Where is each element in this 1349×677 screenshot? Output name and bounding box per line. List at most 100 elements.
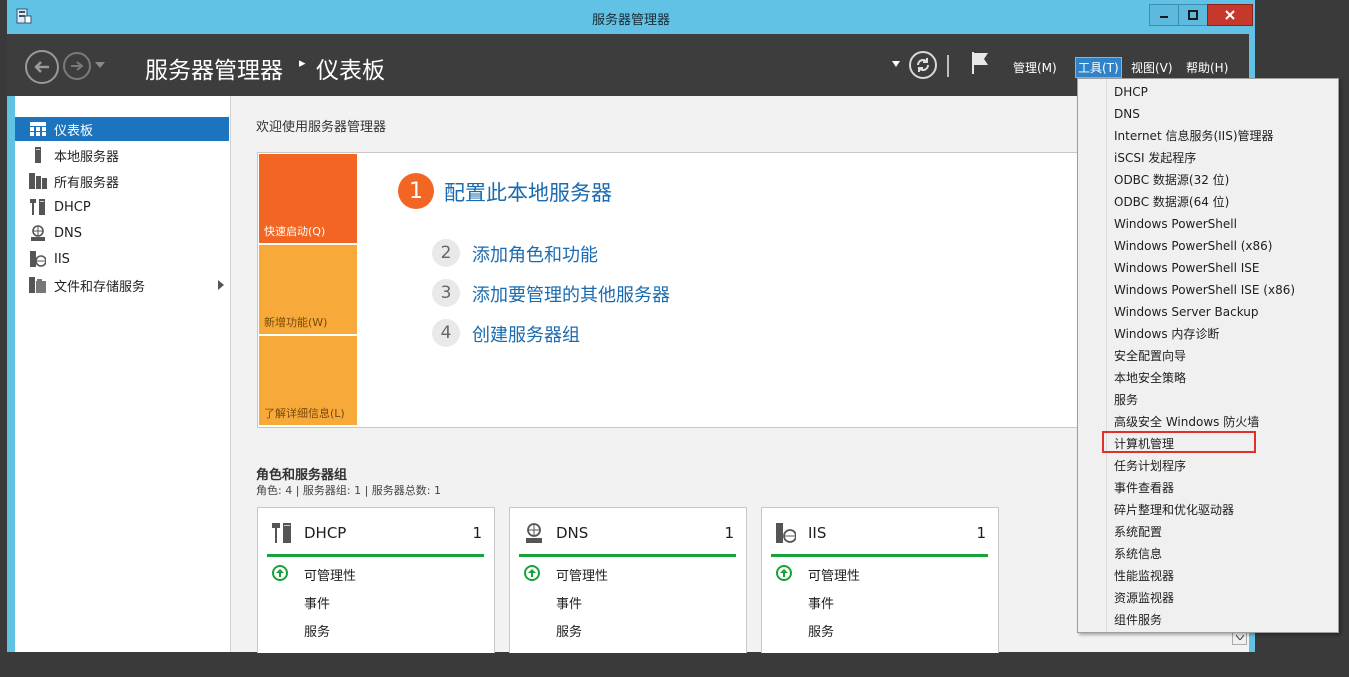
- header-divider: [947, 55, 949, 77]
- tools-item-system-configuration[interactable]: 系统配置: [1114, 521, 1162, 543]
- menu-help[interactable]: 帮助(H): [1184, 58, 1230, 77]
- tools-item-computer-management[interactable]: 计算机管理: [1114, 433, 1174, 455]
- tools-item-security-config-wizard[interactable]: 安全配置向导: [1114, 345, 1186, 367]
- tools-item-resource-monitor[interactable]: 资源监视器: [1114, 587, 1174, 609]
- header-dropdown-icon[interactable]: [892, 61, 900, 67]
- role-line-events[interactable]: 事件: [808, 593, 834, 612]
- sidebar-item-local-server[interactable]: 本地服务器: [15, 143, 229, 167]
- iis-icon: [776, 523, 796, 543]
- roles-section-title: 角色和服务器组: [256, 468, 348, 483]
- tools-item-task-scheduler[interactable]: 任务计划程序: [1114, 455, 1186, 477]
- title-bar[interactable]: 服务器管理器: [7, 0, 1255, 34]
- ok-arrow-icon: [776, 565, 792, 581]
- tools-item-component-services[interactable]: 组件服务: [1114, 609, 1162, 631]
- tools-dropdown-menu: DHCP DNS Internet 信息服务(IIS)管理器 iSCSI 发起程…: [1077, 78, 1339, 633]
- tools-item-odbc-32[interactable]: ODBC 数据源(32 位): [1114, 169, 1229, 191]
- menu-tools[interactable]: 工具(T): [1075, 57, 1122, 78]
- role-count: 1: [724, 524, 734, 542]
- sidebar-item-label: 所有服务器: [54, 175, 120, 191]
- chevron-right-icon: [218, 280, 224, 290]
- sidebar-item-label: 文件和存储服务: [54, 279, 146, 295]
- tile-quick-start[interactable]: 快速启动(Q): [259, 154, 357, 243]
- tools-item-dns[interactable]: DNS: [1114, 103, 1140, 125]
- menu-view[interactable]: 视图(V): [1129, 58, 1175, 77]
- close-button[interactable]: [1207, 4, 1253, 26]
- dhcp-icon: [29, 198, 47, 216]
- role-line-manageability[interactable]: 可管理性: [556, 565, 608, 584]
- sidebar-item-iis[interactable]: IIS: [15, 247, 229, 271]
- roles-summary: 角色: 4 | 服务器组: 1 | 服务器总数: 1: [256, 484, 442, 497]
- tile-whats-new[interactable]: 新增功能(W): [259, 245, 357, 334]
- tools-item-odbc-64[interactable]: ODBC 数据源(64 位): [1114, 191, 1229, 213]
- breadcrumb-separator: ▸: [299, 56, 306, 71]
- tools-item-powershell-x86[interactable]: Windows PowerShell (x86): [1114, 235, 1272, 257]
- step-configure-local-server-link[interactable]: 配置此本地服务器: [444, 177, 612, 207]
- welcome-heading: 欢迎使用服务器管理器: [256, 120, 387, 135]
- role-status-bar: [267, 554, 484, 557]
- tools-item-memory-diagnostic[interactable]: Windows 内存诊断: [1114, 323, 1219, 345]
- sidebar-item-file-storage[interactable]: 文件和存储服务: [15, 273, 229, 297]
- tools-item-performance-monitor[interactable]: 性能监视器: [1114, 565, 1174, 587]
- back-button[interactable]: [25, 50, 59, 84]
- sidebar-item-dns[interactable]: DNS: [15, 221, 229, 245]
- sidebar-item-all-servers[interactable]: 所有服务器: [15, 169, 229, 193]
- maximize-button[interactable]: [1178, 4, 1208, 26]
- dns-icon: [29, 224, 47, 242]
- tools-item-defragment[interactable]: 碎片整理和优化驱动器: [1114, 499, 1234, 521]
- role-line-services[interactable]: 服务: [808, 621, 834, 640]
- all-servers-icon: [29, 172, 47, 190]
- role-line-events[interactable]: 事件: [556, 593, 582, 612]
- chevron-down-icon: [1235, 635, 1244, 640]
- notifications-flag-icon[interactable]: [969, 50, 991, 76]
- sidebar: 仪表板 本地服务器 所有服务器 DHCP DNS IIS 文件和存储服务: [15, 96, 231, 652]
- breadcrumb-root[interactable]: 服务器管理器: [145, 51, 283, 85]
- forward-button[interactable]: [63, 52, 91, 80]
- tile-learn-more[interactable]: 了解详细信息(L): [259, 336, 357, 425]
- arrow-right-icon: [71, 61, 84, 71]
- role-count: 1: [976, 524, 986, 542]
- role-line-manageability[interactable]: 可管理性: [808, 565, 860, 584]
- sidebar-item-label: IIS: [54, 251, 70, 267]
- role-line-manageability[interactable]: 可管理性: [304, 565, 356, 584]
- role-status-bar: [771, 554, 988, 557]
- role-card-dhcp[interactable]: DHCP 1 可管理性 事件 服务: [257, 507, 495, 653]
- sidebar-item-dashboard[interactable]: 仪表板: [15, 117, 229, 141]
- tools-item-powershell-ise[interactable]: Windows PowerShell ISE: [1114, 257, 1260, 279]
- minimize-button[interactable]: [1149, 4, 1179, 26]
- file-storage-icon: [29, 276, 47, 294]
- step-2-badge: 2: [432, 239, 460, 267]
- refresh-button[interactable]: [909, 51, 937, 79]
- tools-item-iscsi-initiator[interactable]: iSCSI 发起程序: [1114, 147, 1196, 169]
- step-create-group-link[interactable]: 创建服务器组: [472, 321, 580, 347]
- sidebar-item-label: DNS: [54, 225, 82, 241]
- step-add-roles-link[interactable]: 添加角色和功能: [472, 241, 598, 267]
- window-title: 服务器管理器: [591, 13, 670, 28]
- tools-item-system-information[interactable]: 系统信息: [1114, 543, 1162, 565]
- role-line-events[interactable]: 事件: [304, 593, 330, 612]
- step-1-badge: 1: [398, 173, 434, 209]
- close-icon: [1225, 10, 1235, 20]
- tools-item-local-security-policy[interactable]: 本地安全策略: [1114, 367, 1186, 389]
- role-line-services[interactable]: 服务: [556, 621, 582, 640]
- tools-item-server-backup[interactable]: Windows Server Backup: [1114, 301, 1259, 323]
- tools-item-firewall-advanced[interactable]: 高级安全 Windows 防火墙: [1114, 411, 1259, 433]
- role-card-iis[interactable]: IIS 1 可管理性 事件 服务: [761, 507, 999, 653]
- role-name: IIS: [808, 524, 827, 542]
- tools-item-iis-manager[interactable]: Internet 信息服务(IIS)管理器: [1114, 125, 1274, 147]
- menu-manage[interactable]: 管理(M): [1011, 58, 1059, 77]
- tools-item-services[interactable]: 服务: [1114, 389, 1138, 411]
- refresh-icon: [917, 58, 929, 72]
- step-add-servers-link[interactable]: 添加要管理的其他服务器: [472, 281, 670, 307]
- minimize-icon: [1160, 16, 1168, 18]
- role-card-dns[interactable]: DNS 1 可管理性 事件 服务: [509, 507, 747, 653]
- tools-item-powershell[interactable]: Windows PowerShell: [1114, 213, 1237, 235]
- sidebar-item-label: 本地服务器: [54, 149, 120, 165]
- sidebar-item-dhcp[interactable]: DHCP: [15, 195, 229, 219]
- tools-item-dhcp[interactable]: DHCP: [1114, 81, 1148, 103]
- tools-item-powershell-ise-x86[interactable]: Windows PowerShell ISE (x86): [1114, 279, 1295, 301]
- dhcp-icon: [272, 523, 291, 543]
- nav-history-dropdown-icon[interactable]: [95, 61, 105, 69]
- tools-item-event-viewer[interactable]: 事件查看器: [1114, 477, 1174, 499]
- menu-gutter-divider: [1106, 79, 1107, 632]
- role-line-services[interactable]: 服务: [304, 621, 330, 640]
